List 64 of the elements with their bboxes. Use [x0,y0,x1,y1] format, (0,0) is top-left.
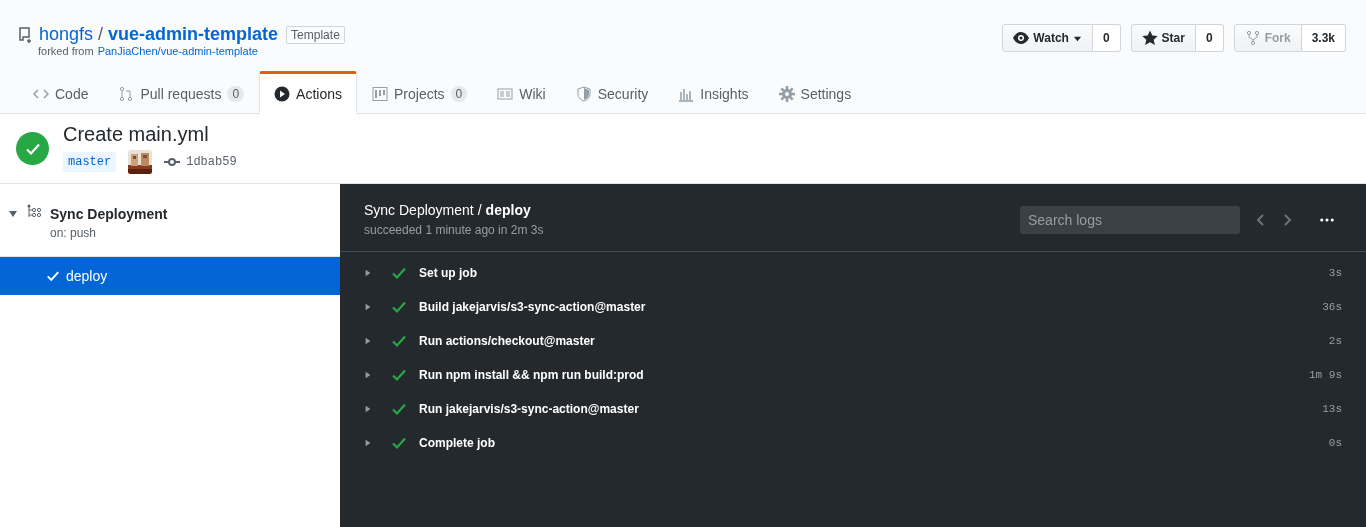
nav-tab[interactable]: Pull requests 0 [103,71,260,114]
commit-sha-link[interactable]: 1dbab59 [186,155,237,169]
check-icon [46,269,60,283]
book-icon [497,85,514,102]
search-logs-field[interactable]: Search logs [1020,205,1240,234]
nav-tab[interactable]: Wiki [482,71,561,114]
step-duration: 1m 9s [1309,369,1342,381]
play-icon [274,85,291,102]
expand-triangle-icon [364,439,372,447]
step-duration: 2s [1328,335,1342,347]
workflow-trigger: on: push [50,226,98,240]
star-button[interactable]: Star [1130,24,1196,52]
owner-link[interactable]: hongfs [39,24,94,45]
nav-tab[interactable]: Projects 0 [357,71,483,114]
star-icon [1141,30,1158,46]
step-duration: 3s [1328,267,1342,279]
repo-fork-icon [18,26,34,43]
job-name: deploy [485,202,531,218]
expand-triangle-icon [364,269,372,277]
template-label: Template [286,25,345,44]
expand-triangle-icon [364,371,372,379]
step-name[interactable]: Build jakejarvis/s3-sync-action@master [419,300,1323,314]
count-link[interactable]: 0 [1195,24,1224,52]
step-name[interactable]: Set up job [419,266,1329,280]
job-item[interactable]: deploy [0,257,340,295]
step-duration: 13s [1322,403,1342,415]
step-name[interactable]: Run actions/checkout@master [419,334,1329,348]
board-icon [372,85,388,102]
gear-icon [778,85,795,102]
nav-tab[interactable]: Actions [259,71,357,114]
step-name[interactable]: Run npm install && npm run build:prod [419,368,1309,382]
path-separator: / [98,24,104,45]
nav-tab[interactable]: Insights [663,71,764,114]
step-name[interactable]: Run jakejarvis/s3-sync-action@master [419,402,1323,416]
counter-badge: 0 [450,85,468,102]
forked-repo-link[interactable]: PanJiaChen/vue-admin-template [97,45,258,57]
step-duration: 36s [1322,301,1342,313]
shield-icon [575,85,592,102]
expand-triangle-icon [364,337,372,345]
pull-request-icon [118,85,135,102]
eye-icon [1013,30,1030,46]
step-duration: 0s [1328,437,1342,449]
count-link[interactable]: 0 [1092,24,1121,52]
expand-triangle-icon [364,303,372,311]
repo-name-link[interactable]: vue-admin-template [108,24,279,45]
nav-tab[interactable]: Code [18,71,104,114]
path-separator: / [477,202,482,218]
run-status-text: succeeded 1 minute ago in 2m 3s [364,223,545,237]
workflow-name: Sync Deployment [364,202,474,218]
step-name[interactable]: Complete job [419,436,1329,450]
forked-from-text: forked from [38,45,94,57]
nav-tab[interactable]: Security [560,71,664,114]
more-icon [1320,217,1334,222]
nav-tab[interactable]: Settings [763,71,867,114]
expand-triangle-icon [364,405,372,413]
run-title: Create main.yml [63,123,210,146]
fork-icon [1244,30,1261,46]
workflow-icon [26,204,42,220]
workflow-name: Sync Deployment [50,206,168,222]
chevron-left-icon [1256,211,1266,228]
branch-label[interactable]: master [63,152,117,172]
counter-badge: 0 [227,85,245,102]
watch-button[interactable]: Watch [1002,24,1093,52]
chevron-right-icon [1282,211,1292,228]
